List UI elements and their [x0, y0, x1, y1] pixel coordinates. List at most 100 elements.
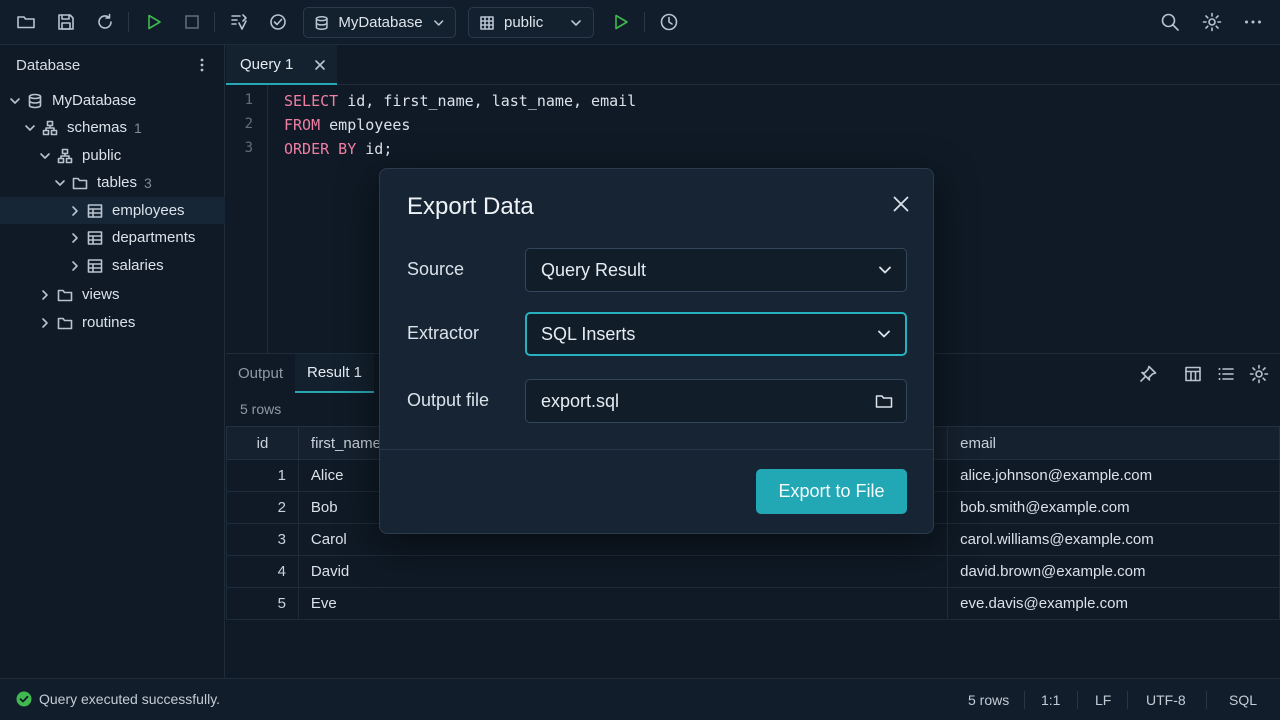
tree-item-label: MyDatabase — [52, 92, 137, 109]
tree-item-mydatabase[interactable]: MyDatabase — [0, 87, 225, 114]
code-text: employees — [320, 116, 411, 134]
line-gutter: 1 2 3 — [226, 85, 268, 353]
tree-item-employees[interactable]: employees — [0, 197, 225, 224]
list-icon[interactable] — [1216, 364, 1236, 384]
tree-item-routines[interactable]: routines — [0, 309, 225, 336]
close-icon[interactable] — [313, 58, 327, 72]
cell-id[interactable]: 1 — [226, 459, 299, 492]
database-icon — [315, 15, 328, 30]
code-text: id; — [356, 140, 393, 158]
tree-item-tables[interactable]: tables 3 — [0, 169, 225, 196]
tree-item-label: routines — [82, 314, 136, 331]
check-circle-icon — [16, 691, 32, 707]
folder-open-icon[interactable] — [14, 10, 38, 34]
tree-item-label: departments — [112, 229, 196, 246]
tree-item-count: 1 — [134, 119, 142, 136]
save-icon[interactable] — [54, 10, 78, 34]
cell-id[interactable]: 5 — [226, 587, 299, 620]
transaction-icon[interactable] — [227, 10, 251, 34]
chevron-right-icon — [72, 232, 78, 243]
commit-icon[interactable] — [266, 10, 290, 34]
cell-email[interactable]: eve.davis@example.com — [947, 587, 1280, 620]
search-icon[interactable] — [1158, 10, 1182, 34]
schema-icon — [57, 148, 73, 163]
status-language[interactable]: SQL — [1229, 692, 1257, 708]
tree-item-label: views — [82, 286, 120, 303]
tree-item-count: 3 — [144, 174, 152, 191]
table-row[interactable]: 4 David david.brown@example.com — [226, 555, 1280, 588]
chevron-right-icon — [42, 317, 48, 328]
tree-item-views[interactable]: views — [0, 281, 225, 308]
output-file-label: Output file — [407, 390, 490, 410]
database-selector-value: MyDatabase — [338, 14, 423, 31]
status-bar: Query executed successfully. 5 rows 1:1 … — [0, 678, 1280, 720]
kebab-menu-icon[interactable] — [194, 57, 210, 73]
cell-id[interactable]: 3 — [226, 523, 299, 556]
status-cursor-position[interactable]: 1:1 — [1041, 692, 1060, 708]
sql-keyword: ORDER BY — [284, 140, 357, 158]
tab-query-1[interactable]: Query 1 — [226, 45, 337, 85]
status-text: Query executed successfully. — [39, 691, 221, 707]
column-header-email[interactable]: email — [947, 426, 1280, 460]
status-line-ending[interactable]: LF — [1095, 692, 1111, 708]
cell-email[interactable]: david.brown@example.com — [947, 555, 1280, 588]
source-select[interactable]: Query Result — [525, 248, 907, 292]
database-icon — [28, 93, 42, 108]
cell-email[interactable]: bob.smith@example.com — [947, 491, 1280, 524]
cell-email[interactable]: carol.williams@example.com — [947, 523, 1280, 556]
tab-output[interactable]: Output — [226, 354, 295, 393]
columns-icon[interactable] — [1183, 364, 1203, 384]
settings-icon[interactable] — [1200, 10, 1224, 34]
cell-id[interactable]: 4 — [226, 555, 299, 588]
close-icon[interactable] — [891, 194, 911, 214]
folder-icon — [72, 177, 88, 189]
stop-icon[interactable] — [180, 10, 204, 34]
chevron-down-icon — [433, 19, 443, 26]
tree-item-departments[interactable]: departments — [0, 224, 225, 251]
more-icon[interactable] — [1241, 10, 1265, 34]
sql-keyword: FROM — [284, 116, 321, 134]
database-sidebar: Database MyDatabase schemas 1 public tab… — [0, 45, 225, 678]
sidebar-header: Database — [0, 45, 225, 85]
pin-icon[interactable] — [1138, 364, 1158, 384]
tree-item-public[interactable]: public — [0, 142, 225, 169]
history-icon[interactable] — [657, 10, 681, 34]
tab-result-1[interactable]: Result 1 — [295, 354, 375, 393]
database-selector[interactable]: MyDatabase — [303, 7, 456, 38]
sql-keyword: SELECT — [284, 92, 339, 110]
column-header-id[interactable]: id — [226, 426, 299, 460]
cell-first-name[interactable]: Eve — [297, 587, 949, 620]
schema-selector[interactable]: public — [468, 7, 594, 38]
export-to-file-button[interactable]: Export to File — [756, 469, 907, 514]
table-icon — [87, 203, 103, 218]
cell-first-name[interactable]: David — [297, 555, 949, 588]
refresh-icon[interactable] — [93, 10, 117, 34]
extractor-select[interactable]: SQL Inserts — [525, 312, 907, 356]
sidebar-title: Database — [16, 56, 81, 74]
run-icon[interactable] — [142, 10, 166, 34]
dialog-title: Export Data — [407, 193, 534, 220]
tree-item-label: public — [82, 147, 122, 164]
cell-email[interactable]: alice.johnson@example.com — [947, 459, 1280, 492]
source-value: Query Result — [541, 259, 647, 280]
source-label: Source — [407, 259, 465, 279]
folder-icon[interactable] — [875, 392, 893, 410]
chevron-down-icon — [571, 19, 581, 26]
export-data-dialog: Export Data Source Query Result Extracto… — [379, 168, 934, 534]
chevron-right-icon — [72, 260, 78, 271]
status-encoding[interactable]: UTF-8 — [1146, 692, 1186, 708]
run-script-icon[interactable] — [609, 10, 633, 34]
output-file-input[interactable]: export.sql — [525, 379, 907, 423]
table-row[interactable]: 5 Eve eve.davis@example.com — [226, 587, 1280, 620]
chevron-down-icon — [878, 330, 890, 338]
tab-label: Query 1 — [240, 55, 294, 73]
tree-item-schemas[interactable]: schemas 1 — [0, 114, 225, 141]
chevron-down-icon — [25, 124, 35, 131]
table-icon — [87, 258, 103, 273]
folder-icon — [57, 317, 73, 329]
tree-item-salaries[interactable]: salaries — [0, 252, 225, 279]
settings-icon[interactable] — [1249, 364, 1269, 384]
tree-item-label: tables — [97, 174, 138, 191]
cell-id[interactable]: 2 — [226, 491, 299, 524]
code-line: FROM employees — [284, 116, 410, 134]
